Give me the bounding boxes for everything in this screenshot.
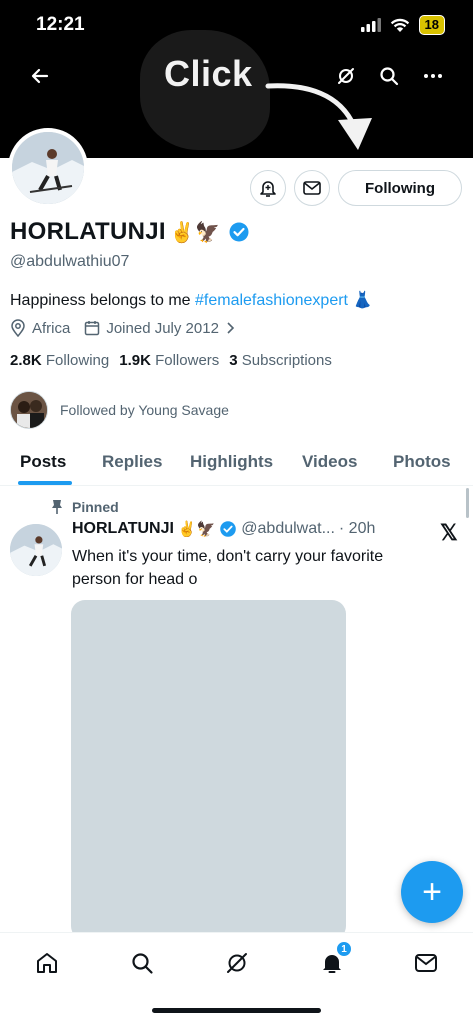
skier-photo — [12, 132, 84, 204]
x-logo-icon[interactable]: 𝕏 — [440, 520, 458, 546]
bio-emoji: 👗 — [352, 292, 373, 309]
compose-post-button[interactable]: + — [401, 861, 463, 923]
following-button[interactable]: Following — [338, 170, 462, 206]
scrollbar[interactable] — [466, 488, 469, 518]
back-arrow-icon[interactable] — [25, 61, 55, 91]
home-icon[interactable] — [29, 945, 65, 981]
more-options-icon[interactable] — [418, 61, 448, 91]
post-author-name[interactable]: HORLATUNJI — [72, 520, 174, 538]
notifications-button[interactable] — [250, 170, 286, 206]
post-time: · 20h — [338, 520, 376, 537]
signal-icon — [360, 18, 381, 32]
pinned-label: Pinned — [50, 499, 119, 515]
profile-handle: @abdulwathiu07 — [10, 253, 130, 270]
post-text: When it's your time, don't carry your fa… — [72, 548, 384, 588]
joined-text: Joined July 2012 — [106, 319, 219, 337]
profile-stats: 2.8K Following 1.9K Followers 3 Subscrip… — [10, 352, 332, 369]
profile-name-emoji: ✌️🦅 — [169, 221, 221, 244]
post-author-handle: @abdulwat... — [241, 520, 335, 537]
search-header-icon[interactable] — [374, 61, 404, 91]
active-tab-indicator — [18, 481, 72, 485]
tab-videos[interactable]: Videos — [302, 452, 357, 472]
status-time: 12:21 — [36, 14, 85, 35]
tab-posts[interactable]: Posts — [20, 452, 66, 472]
calendar-icon — [85, 321, 100, 336]
message-button[interactable] — [294, 170, 330, 206]
click-annotation-label: Click — [164, 53, 253, 94]
profile-avatar[interactable] — [8, 128, 88, 208]
home-indicator[interactable] — [152, 1008, 321, 1013]
grok-header-icon[interactable] — [331, 61, 361, 91]
profile-bio: Happiness belongs to me #femalefashionex… — [10, 290, 372, 310]
location-text: Africa — [32, 319, 71, 337]
verified-badge-icon — [220, 521, 237, 537]
bell-icon[interactable]: 1 — [314, 941, 352, 981]
search-icon[interactable] — [124, 945, 160, 981]
followed-by-text: Followed by Young Savage — [60, 402, 229, 418]
wifi-icon — [390, 18, 409, 32]
profile-tabs: Posts Replies Highlights Videos Photos — [0, 442, 473, 486]
verified-badge-icon — [229, 222, 249, 242]
tab-photos[interactable]: Photos — [393, 452, 451, 472]
bio-text: Happiness belongs to me — [10, 292, 195, 309]
notification-badge: 1 — [336, 941, 352, 957]
tab-replies[interactable]: Replies — [102, 452, 162, 472]
post-header: HORLATUNJI ✌️🦅 @abdulwat... · 20h — [72, 520, 375, 538]
pin-icon — [52, 500, 62, 514]
post-author-emoji: ✌️🦅 — [177, 521, 216, 538]
followed-by-row[interactable]: Followed by Young Savage — [10, 391, 229, 429]
post-author-avatar[interactable] — [10, 524, 62, 576]
follower-avatar — [10, 391, 48, 429]
followers-stat[interactable]: 1.9K Followers — [119, 352, 219, 369]
following-stat[interactable]: 2.8K Following — [10, 352, 109, 369]
profile-name-text: HORLATUNJI — [10, 218, 166, 245]
mail-icon[interactable] — [408, 945, 444, 981]
tab-highlights[interactable]: Highlights — [190, 452, 273, 472]
chevron-right-icon[interactable] — [225, 321, 235, 335]
location-pin-icon — [11, 319, 25, 337]
post-media-image[interactable] — [71, 600, 346, 940]
subscriptions-stat[interactable]: 3 Subscriptions — [229, 352, 332, 369]
pinned-text: Pinned — [72, 499, 119, 515]
bell-plus-icon — [260, 181, 276, 197]
bio-hashtag-link[interactable]: #femalefashionexpert — [195, 292, 348, 309]
profile-name: HORLATUNJI ✌️🦅 — [10, 218, 250, 246]
status-icons: 18 — [360, 15, 445, 35]
battery-indicator: 18 — [418, 15, 445, 35]
profile-meta: Africa Joined July 2012 — [10, 319, 235, 337]
envelope-icon — [303, 181, 321, 195]
grok-icon[interactable] — [219, 945, 255, 981]
